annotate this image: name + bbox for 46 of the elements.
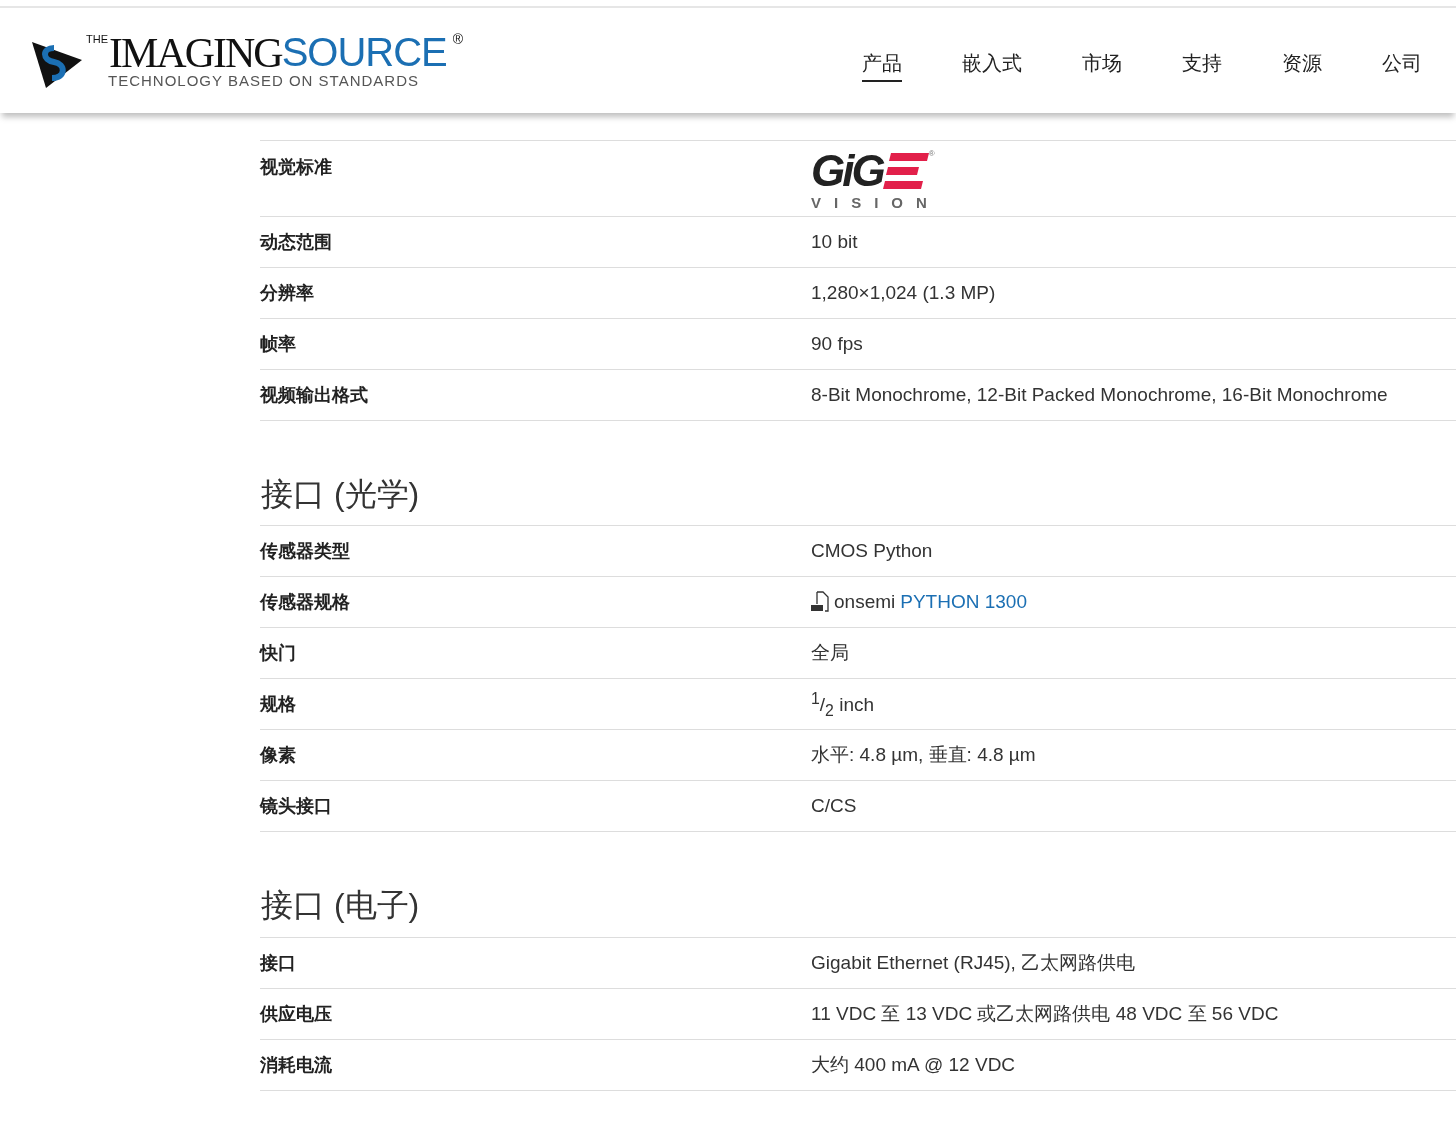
section-heading: 接口 (电子)	[260, 886, 421, 926]
nav-link[interactable]: 公司	[1382, 49, 1422, 82]
table-label: 接口	[260, 951, 296, 974]
table-label: 分辨率	[260, 282, 314, 304]
table-value: $^{1}$/$_{2}$ inch	[811, 693, 875, 715]
table-label: 视频输出格式	[260, 384, 368, 406]
logo-text: SOURCE	[281, 31, 447, 72]
table-value: 8-Bit Monochrome, 12-Bit Packed Monochrome, 16-Bit Monochrome	[811, 384, 1388, 405]
section-heading: 接口 (光学)	[260, 475, 421, 514]
table-label: 动态范围	[260, 231, 332, 253]
table-value: Gigabit Ethernet (RJ45), 乙太网路供电	[811, 951, 1136, 973]
gige-logo-subtitle: VISION	[811, 195, 941, 210]
table-label: 规格	[260, 693, 296, 716]
table-value: 10 bit	[811, 231, 858, 252]
pdf-file-icon	[811, 591, 829, 614]
table-value: CMOS Python	[811, 540, 933, 562]
table-label: 传感器类型	[260, 540, 350, 563]
table-label: 消耗电流	[260, 1053, 332, 1076]
logo-text: IMAGING	[109, 31, 282, 74]
nav-link[interactable]: 嵌入式	[962, 49, 1022, 82]
table-value: 1,280×1,024 (1.3 MP)	[811, 282, 996, 303]
table-label: 视觉标准	[260, 156, 332, 178]
table-label: 镜头接口	[260, 795, 332, 818]
table-value: C/CS	[811, 795, 857, 817]
logo-tagline: TECHNOLOGY BASED ON STANDARDS	[108, 71, 420, 89]
nav-link[interactable]: 支持	[1182, 49, 1222, 82]
table-label: 像素	[260, 744, 296, 767]
table-label: 传感器规格	[260, 591, 350, 614]
table-label: 快门	[260, 642, 296, 665]
table-value: 大约 400 mA @ 12 VDC	[811, 1053, 1016, 1075]
registered-mark: ®	[928, 149, 935, 158]
nav-link[interactable]: 市场	[1082, 49, 1122, 82]
nav-link[interactable]: 资源	[1282, 49, 1322, 82]
nav-link[interactable]: 产品	[862, 49, 902, 82]
datasheet-link[interactable]: PYTHON 1300	[900, 591, 1027, 614]
table-label: 帧率	[260, 333, 296, 355]
table-value: 90 fps	[811, 333, 863, 354]
table-value: onsemi	[834, 591, 896, 614]
registered-mark: ®	[452, 31, 464, 46]
logo-text: THE	[86, 33, 108, 45]
table-value: 11 VDC 至 13 VDC 或乙太网路供电 48 VDC 至 56 VDC	[811, 1002, 1279, 1024]
gige-logo-text: GiG	[811, 149, 883, 193]
stripes-icon	[882, 153, 929, 191]
table-label: 供应电压	[260, 1002, 332, 1025]
table-value: 全局	[811, 642, 849, 664]
table-value: 水平: 4.8 µm, 垂直: 4.8 µm	[811, 744, 1036, 766]
